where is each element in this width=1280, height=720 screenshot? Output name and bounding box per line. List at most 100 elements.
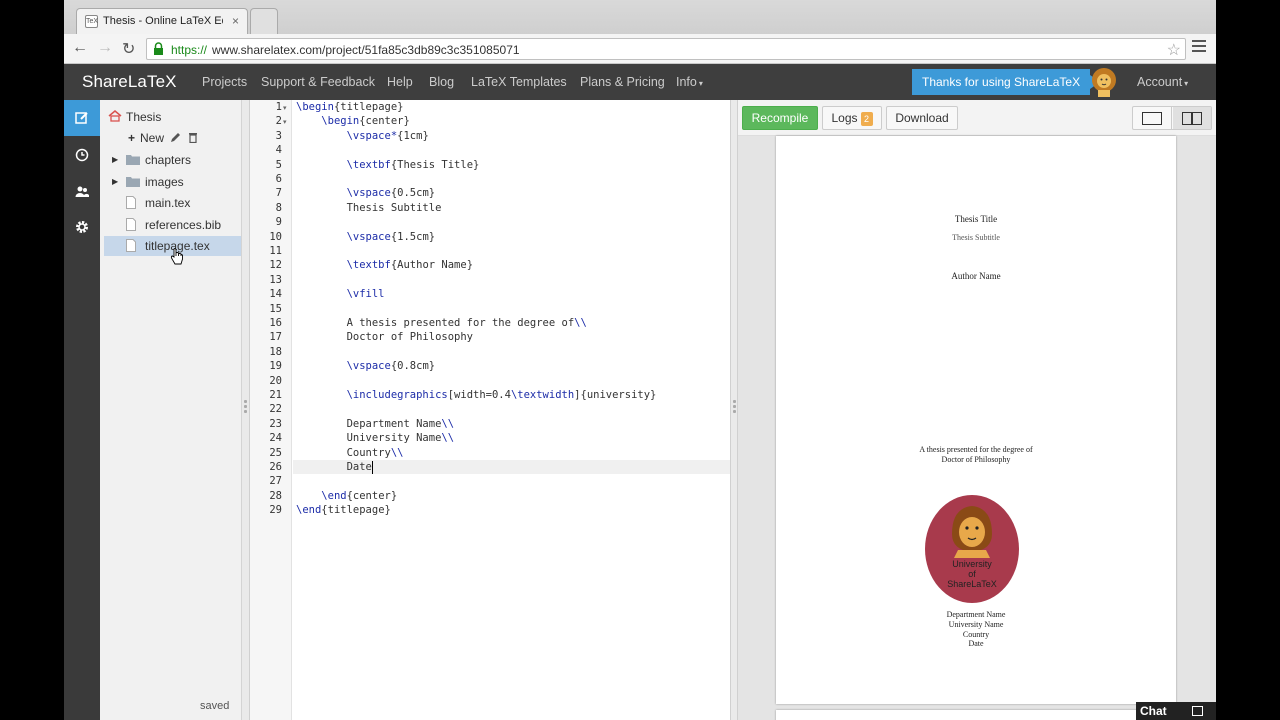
caret-down-icon: ▾	[698, 79, 703, 88]
share-button[interactable]	[64, 173, 100, 209]
code-line: \vfill	[296, 288, 385, 300]
rename-pencil-icon[interactable]	[170, 132, 181, 143]
code-line: \vspace*{1cm}	[346, 129, 429, 142]
line-number: 10	[269, 230, 282, 243]
expand-arrow-icon[interactable]: ▶	[112, 177, 118, 186]
nav-plans-pricing[interactable]: Plans & Pricing	[580, 75, 665, 89]
hamburger-menu-icon[interactable]	[1192, 40, 1206, 55]
nav-blog[interactable]: Blog	[429, 75, 454, 89]
bookmark-star-icon[interactable]: ☆	[1167, 40, 1181, 60]
grip-handle	[244, 400, 247, 415]
download-button[interactable]: Download	[886, 106, 958, 130]
pdf-university: University Name	[948, 620, 1004, 629]
code-line: \begin{titlepage}	[296, 101, 404, 113]
nav-support[interactable]: Support & Feedback	[261, 75, 375, 89]
pdf-page[interactable]: Thesis Title Thesis Subtitle Author Name…	[776, 136, 1176, 704]
back-arrow-icon[interactable]: ←	[72, 39, 88, 57]
file-tree: Thesis + New ▶ chapters ▶ images main.te…	[100, 100, 242, 720]
file-icon	[126, 196, 136, 209]
line-number-gutter: 1 ▾ 2 ▾ 3 4 5 6 7 8 9 10 11 12 13 14 15 16 17 18 19 20 21 22 23 2…	[250, 100, 292, 720]
home-icon	[108, 110, 122, 122]
latex-command: \begin	[321, 115, 360, 128]
code-line: University Name\\	[296, 432, 455, 445]
logs-button[interactable]: Logs 2	[822, 106, 882, 130]
pdf-page-next	[776, 710, 1176, 720]
line-number: 23	[269, 417, 282, 430]
new-tab-button[interactable]	[250, 8, 278, 34]
code-editor[interactable]: 1 ▾ 2 ▾ 3 4 5 6 7 8 9 10 11 12 13 14 15 16 17 18 19 20 21 22 23 2…	[250, 100, 730, 720]
pdf-title: Thesis Title	[954, 214, 998, 224]
line-number: 28	[269, 489, 282, 502]
line-number: 26	[269, 461, 282, 473]
fold-toggle-icon[interactable]: ▾	[283, 118, 287, 126]
line-number: 4	[275, 144, 282, 157]
university-seal-logo: University of ShareLaTeX	[925, 495, 1019, 603]
recompile-button[interactable]: Recompile	[742, 106, 818, 130]
edit-files-button[interactable]	[64, 100, 100, 136]
line-number: 7	[275, 187, 282, 200]
line-number: 5	[275, 158, 282, 171]
line-number: 6	[275, 173, 282, 185]
line-number: 19	[269, 360, 282, 373]
lion-mascot-icon	[1092, 68, 1116, 97]
folder-label: chapters	[145, 153, 192, 167]
line-number: 21	[269, 389, 282, 401]
history-button[interactable]	[64, 137, 100, 173]
code-line: \vspace{0.5cm}	[346, 187, 436, 200]
split-view-button[interactable]	[1173, 107, 1211, 129]
forward-arrow-icon[interactable]: →	[97, 39, 113, 57]
latex-command: \textbf	[346, 259, 391, 272]
file-tree-resizer[interactable]	[242, 100, 250, 720]
clock-icon	[75, 148, 89, 162]
grip-handle	[733, 400, 736, 415]
pdf-preview-pane: Recompile Logs 2 Download Thesis Title Th…	[738, 100, 1216, 720]
pdf-department: Department Name	[946, 610, 1006, 619]
close-icon[interactable]: ×	[232, 14, 239, 28]
account-label: Account	[1137, 75, 1183, 89]
line-number: 3	[275, 129, 282, 142]
file-icon	[126, 218, 136, 231]
chat-label: Chat	[1140, 704, 1167, 718]
expand-arrow-icon[interactable]: ▶	[112, 155, 118, 164]
latex-command: \includegraphics	[346, 389, 448, 401]
brand-logo[interactable]: ShareLaTeX	[82, 72, 177, 92]
nav-latex-templates[interactable]: LaTeX Templates	[471, 75, 567, 89]
logs-label: Logs	[831, 111, 858, 125]
fold-toggle-icon[interactable]: ▾	[283, 104, 287, 112]
reload-icon[interactable]: ↻	[122, 39, 135, 59]
latex-command: \end	[321, 489, 347, 502]
trash-icon[interactable]	[188, 132, 198, 143]
folder-icon	[126, 155, 140, 165]
browser-tab[interactable]: TeX Thesis - Online LaTeX Edi ×	[76, 8, 248, 34]
line-number: 15	[269, 302, 282, 315]
pdf-author: Author Name	[951, 271, 1001, 281]
tab-title: Thesis - Online LaTeX Edi	[103, 15, 223, 27]
pdf-country: Country	[962, 630, 990, 639]
latex-command: \vspace	[346, 230, 391, 243]
single-pane-view-button[interactable]	[1133, 107, 1172, 129]
nav-info[interactable]: Info ▾	[676, 75, 703, 89]
code-line: \end{center}	[321, 489, 398, 502]
pdf-toolbar: Recompile Logs 2 Download	[738, 100, 1216, 136]
chat-button[interactable]: Chat	[1136, 702, 1216, 720]
line-number: 14	[269, 288, 282, 301]
editor-pdf-resizer[interactable]	[730, 100, 738, 720]
gear-icon	[76, 221, 88, 233]
code-line: \includegraphics[width=0.4\textwidth]{un…	[346, 389, 657, 401]
browser-window: TeX Thesis - Online LaTeX Edi × ← → ↻ ht…	[64, 0, 1216, 720]
nav-projects[interactable]: Projects	[202, 75, 247, 89]
line-number: 29	[269, 504, 282, 517]
pdf-degree-line1: A thesis presented for the degree of	[919, 445, 1033, 454]
settings-button[interactable]	[64, 209, 100, 245]
latex-command: \end	[296, 504, 322, 517]
code-line: A thesis presented for the degree of\\	[296, 317, 587, 329]
address-bar[interactable]: https:// www.sharelatex.com/project/51fa…	[146, 38, 1186, 60]
account-menu[interactable]: Account ▾	[1137, 75, 1188, 89]
latex-command: \\	[441, 432, 455, 445]
nav-help[interactable]: Help	[387, 75, 413, 89]
pdf-subtitle: Thesis Subtitle	[952, 233, 1000, 242]
code-line: Date	[296, 461, 372, 473]
thanks-banner: Thanks for using ShareLaTeX	[912, 69, 1101, 95]
code-line: \vspace{1.5cm}	[346, 230, 436, 243]
line-number: 24	[269, 432, 282, 445]
